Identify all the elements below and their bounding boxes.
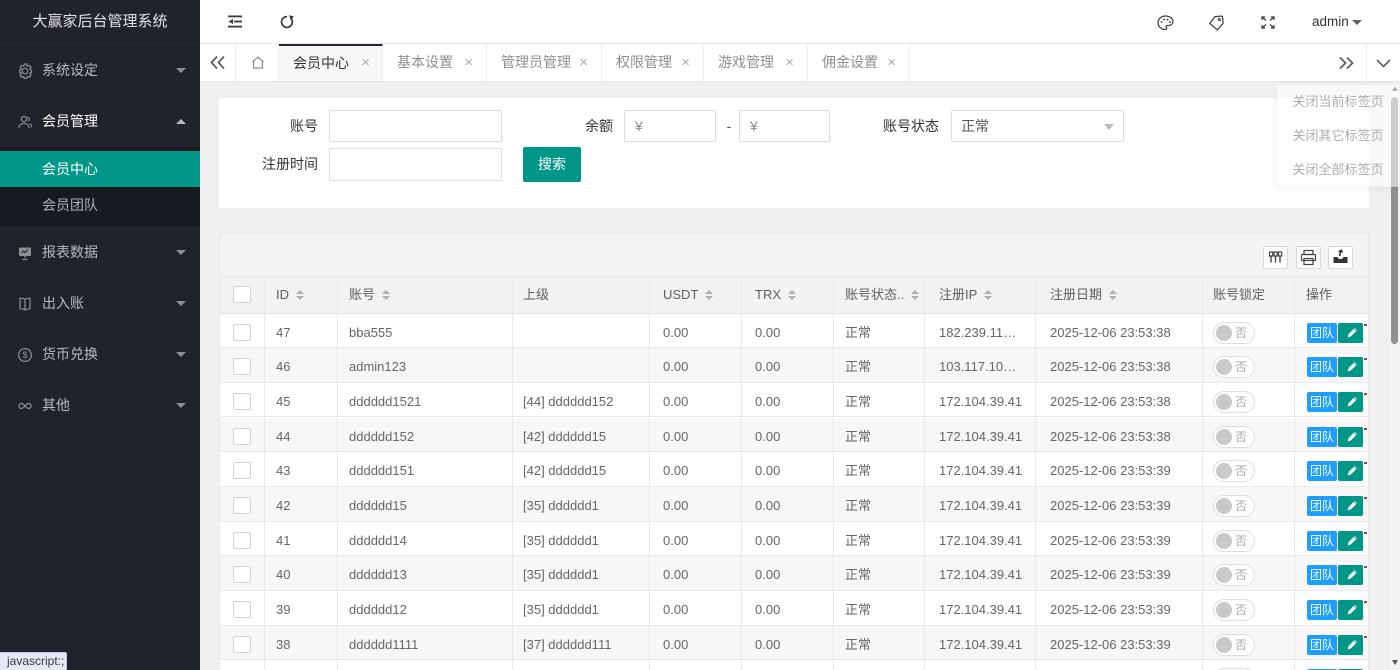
svg-text:$: $ [22, 350, 27, 360]
